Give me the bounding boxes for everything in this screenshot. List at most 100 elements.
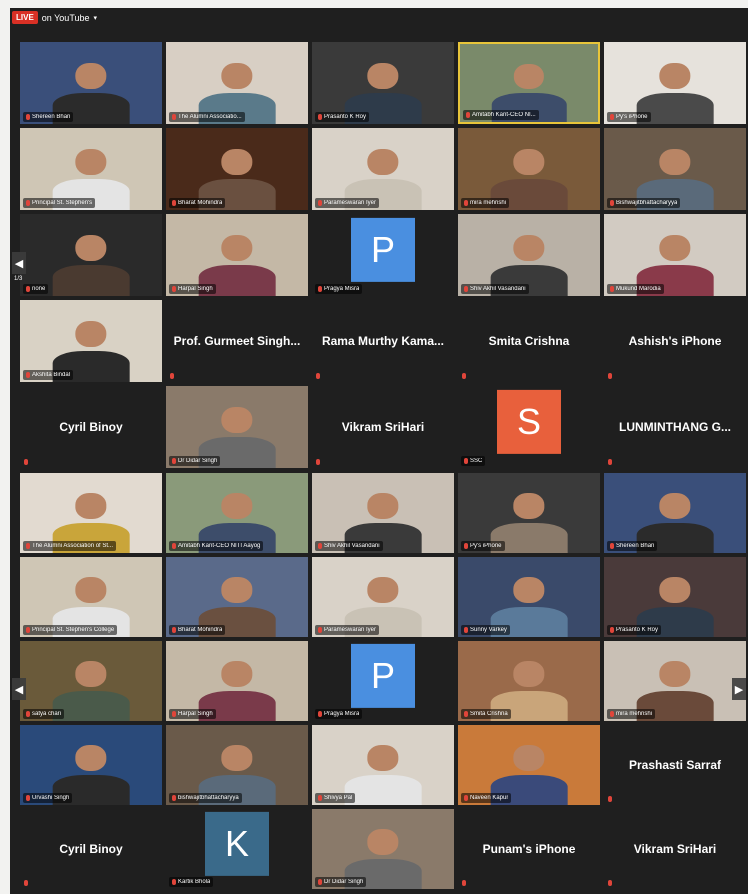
participant-tile-mukund-marodia[interactable]: Mukund Marodia <box>604 214 746 296</box>
participant-name-caption: Naveen Kapur <box>461 793 512 803</box>
participant-name-caption: Pragya Misra <box>315 709 363 719</box>
participant-name: mira mehrishi <box>616 711 653 717</box>
mic-muted-icon <box>318 711 322 717</box>
participant-name-caption: Dr Didar Singh <box>169 456 221 466</box>
participant-tile-bishwajitbhattacharyya[interactable]: Bishwajitbhattacharyya <box>604 128 746 210</box>
participant-tile-bishwajitbhattacharyya[interactable]: bishwajitbhattacharyya <box>166 725 308 805</box>
participant-tile-pragya-misra[interactable]: P Pragya Misra <box>312 641 454 721</box>
participant-name-caption: Pragya Misra <box>315 284 363 294</box>
participant-tile-dr-didar-singh[interactable]: Dr Didar Singh <box>166 386 308 468</box>
participant-name: Principal St. Stephen's <box>32 200 93 206</box>
participant-tile-parameswaran-iyer[interactable]: Parameswaran Iyer <box>312 557 454 637</box>
participant-name: Naveen Kapur <box>470 795 509 801</box>
participant-name-caption: Prasanto K Roy <box>315 112 370 122</box>
participant-tile-smita-crishna[interactable]: Smita Crishna <box>458 300 600 382</box>
participant-name: Pragya Misra <box>324 711 360 717</box>
participant-tile-prof-gurmeet-singh[interactable]: Prof. Gurmeet Singh... <box>166 300 308 382</box>
participant-video-silhouette <box>52 659 130 721</box>
participant-tile-ashish-s-iphone[interactable]: Ashish's iPhone <box>604 300 746 382</box>
participant-tile-shereen-bhan[interactable]: Shereen Bhan <box>20 42 162 124</box>
live-on-youtube-button[interactable]: LIVE on YouTube ▾ <box>12 11 97 24</box>
participant-tile-shivya-pal[interactable]: Shivya Pal <box>312 725 454 805</box>
participant-tile-mira-mehrishi[interactable]: mira mehrishi <box>458 128 600 210</box>
mic-muted-icon <box>316 373 320 379</box>
participant-tile-sunny-varkey[interactable]: Sunny Varkey <box>458 557 600 637</box>
participant-name-caption: satya chari <box>23 709 65 719</box>
participant-tile-mira-mehrishi[interactable]: mira mehrishi <box>604 641 746 721</box>
participant-tile-prashasti-sarraf[interactable]: Prashasti Sarraf <box>604 725 746 805</box>
participant-tile-amitabh-kant-ceo-niti-aayog[interactable]: Amitabh Kant-CEO NITI Aayog <box>166 473 308 553</box>
participant-tile-principal-st-stephen-s[interactable]: Principal St. Stephen's <box>20 128 162 210</box>
mic-muted-icon <box>462 373 466 379</box>
participant-name: bishwajitbhattacharyya <box>178 795 239 801</box>
participant-tile-dr-didar-singh[interactable]: Dr Didar Singh <box>312 809 454 889</box>
participant-tile-cyril-binoy[interactable]: Cyril Binoy <box>20 809 162 889</box>
participant-tile-prasanto-k-roy[interactable]: Prasanto K Roy <box>604 557 746 637</box>
video-call-screen: LIVE on YouTube ▾ Shereen Bhan The Alumni… <box>10 8 748 894</box>
participant-name: Punam's iPhone <box>482 842 576 856</box>
mic-muted-icon <box>462 880 466 886</box>
participant-name-caption: Bharat Mohindra <box>169 198 226 208</box>
participant-tile-parameswaran-iyer[interactable]: Parameswaran Iyer <box>312 128 454 210</box>
participant-tile-shereen-bhan[interactable]: Shereen Bhan <box>604 473 746 553</box>
participant-name-caption: The Alumni Associatio... <box>169 112 245 122</box>
participant-name: SSC <box>470 458 483 464</box>
mic-muted-icon <box>610 543 614 549</box>
mic-muted-icon <box>318 627 322 633</box>
participant-name-caption: Shiv Akhil Vasandani <box>315 541 383 551</box>
participant-tile-vikram-srihari[interactable]: Vikram SriHari <box>604 809 746 889</box>
participant-tile-urvashi-singh[interactable]: Urvashi Singh <box>20 725 162 805</box>
mic-muted-icon <box>318 286 322 292</box>
mic-muted-icon <box>610 200 614 206</box>
participant-tile-ssc[interactable]: S SSC <box>458 386 600 468</box>
participant-tile-satya-chari[interactable]: satya chari <box>20 641 162 721</box>
participant-name-caption: Shereen Bhan <box>607 541 658 551</box>
participant-tile-bharat-mohindra[interactable]: Bharat Mohindra <box>166 128 308 210</box>
participant-tile-py-s-iphone[interactable]: Py's iPhone <box>604 42 746 124</box>
previous-page-arrow-icon[interactable]: ◀ <box>12 252 26 274</box>
participant-name: Shivya Pal <box>324 795 353 801</box>
participant-name-caption: Shiv Akhil Vasandani <box>461 284 529 294</box>
mic-muted-icon <box>610 286 614 292</box>
participant-name-caption: Harpal Singh <box>169 709 216 719</box>
participant-name: Ashish's iPhone <box>628 334 722 348</box>
participant-tile-cyril-binoy[interactable]: Cyril Binoy <box>20 386 162 468</box>
mic-muted-icon <box>172 627 176 633</box>
avatar: K <box>205 811 269 876</box>
mic-muted-icon <box>172 200 176 206</box>
participant-tile-none[interactable]: none <box>20 214 162 296</box>
participant-name: Prasanto K Roy <box>324 114 367 120</box>
participant-name-caption: Smita Crishna <box>461 709 511 719</box>
participant-tile-py-s-iphone[interactable]: Py's iPhone <box>458 473 600 553</box>
participant-name: mira mehrishi <box>470 200 507 206</box>
next-page-arrow-icon[interactable]: ▶ <box>732 678 746 700</box>
participant-tile-amitabh-kant-ceo-ni[interactable]: Amitabh Kant-CEO NI... <box>458 42 600 124</box>
participant-tile-akshita-bindal[interactable]: Akshita Bindal <box>20 300 162 382</box>
participant-tile-naveen-kapur[interactable]: Naveen Kapur <box>458 725 600 805</box>
participant-tile-bharat-mohindra[interactable]: Bharat Mohindra <box>166 557 308 637</box>
participant-tile-pragya-misra[interactable]: P Pragya Misra <box>312 214 454 296</box>
participant-name: Akshita Bindal <box>32 372 71 378</box>
participant-tile-prasanto-k-roy[interactable]: Prasanto K Roy <box>312 42 454 124</box>
mic-muted-icon <box>172 795 176 801</box>
mic-muted-icon <box>172 458 176 464</box>
participant-tile-rama-murthy-kama[interactable]: Rama Murthy Kama... <box>312 300 454 382</box>
mic-muted-icon <box>608 796 612 802</box>
participant-tile-smita-crishna[interactable]: Smita Crishna <box>458 641 600 721</box>
participant-tile-harpal-singh[interactable]: Harpal Singh <box>166 214 308 296</box>
participant-tile-punam-s-iphone[interactable]: Punam's iPhone <box>458 809 600 889</box>
participant-tile-kartik-bhola[interactable]: K Kartik Bhola <box>166 809 308 889</box>
page-indicator: 1/3 <box>14 276 23 282</box>
participant-tile-the-alumni-association-of-st[interactable]: The Alumni Association of St... <box>20 473 162 553</box>
participant-tile-vikram-srihari[interactable]: Vikram SriHari <box>312 386 454 468</box>
participant-tile-principal-st-stephen-s-college[interactable]: Principal St. Stephen's College <box>20 557 162 637</box>
participant-tile-shiv-akhil-vasandani[interactable]: Shiv Akhil Vasandani <box>458 214 600 296</box>
participant-tile-shiv-akhil-vasandani[interactable]: Shiv Akhil Vasandani <box>312 473 454 553</box>
avatar: P <box>351 217 415 282</box>
participant-tile-lunminthang-g[interactable]: LUNMINTHANG G... <box>604 386 746 468</box>
live-destination-label: on YouTube <box>41 12 90 23</box>
previous-page-arrow-icon[interactable]: ◀ <box>12 678 26 700</box>
participant-tile-the-alumni-associatio[interactable]: The Alumni Associatio... <box>166 42 308 124</box>
participant-tile-harpal-singh[interactable]: Harpal Singh <box>166 641 308 721</box>
participant-name: Amitabh Kant-CEO NI... <box>472 112 536 118</box>
